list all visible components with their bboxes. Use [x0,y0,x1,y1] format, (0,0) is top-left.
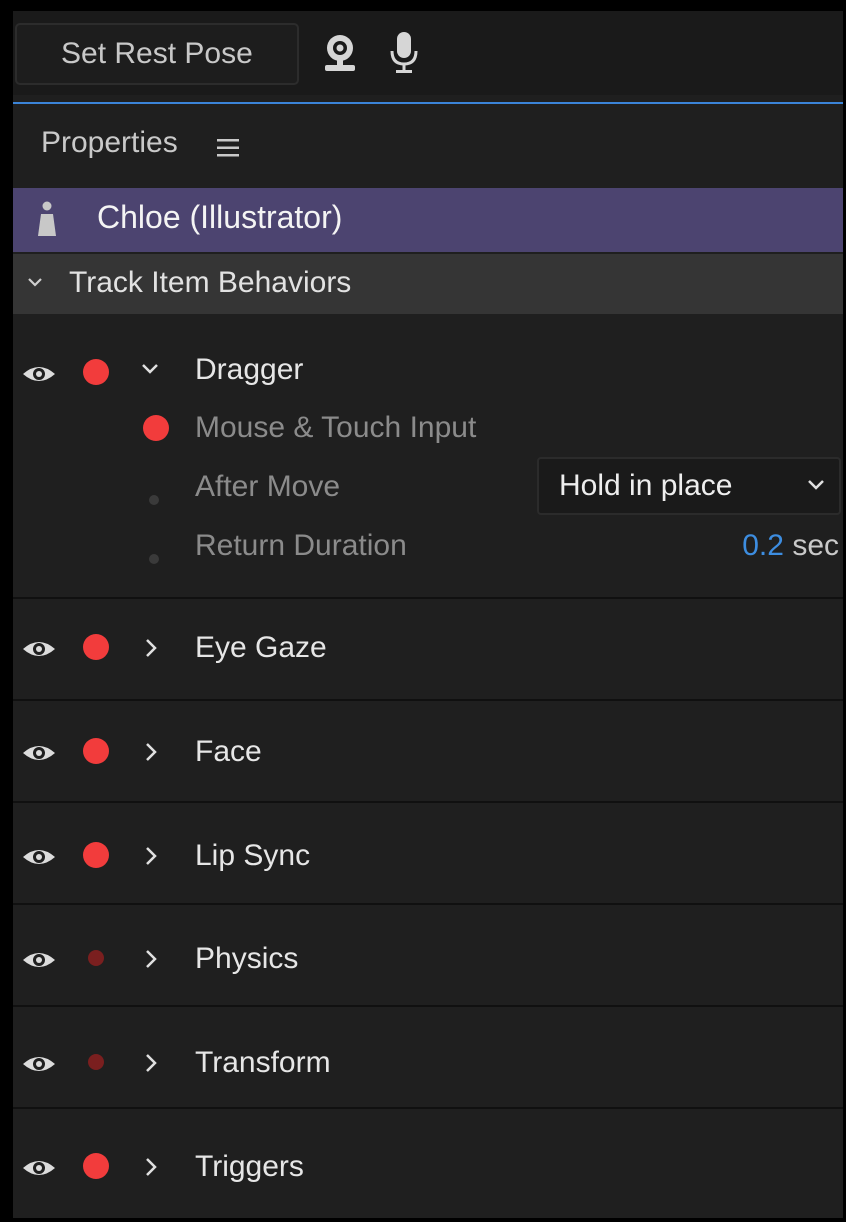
param-label-after-move: After Move [195,470,341,503]
behavior-label: Lip Sync [195,839,311,872]
behavior-label: Transform [195,1046,331,1079]
return-duration-unit: sec [792,529,839,562]
eye-icon[interactable] [21,741,57,765]
properties-panel-frame: Set Rest Pose Properties Chloe (Illustra… [0,0,846,1222]
behavior-row-face[interactable]: Face [13,701,843,803]
behavior-row-eye-gaze[interactable]: Eye Gaze [13,599,843,701]
track-item-behaviors-header[interactable]: Track Item Behaviors [13,254,843,314]
properties-header: Properties [13,104,843,188]
chevron-right-icon[interactable] [143,637,159,659]
record-toolbar: Set Rest Pose [13,11,843,95]
chevron-right-icon[interactable] [143,845,159,867]
set-rest-pose-button[interactable]: Set Rest Pose [15,23,299,85]
behavior-row-physics[interactable]: Physics [13,905,843,1007]
param-label-return-duration: Return Duration [195,529,407,562]
chevron-right-icon[interactable] [143,741,159,763]
eye-icon[interactable] [21,1052,57,1076]
behavior-row-transform[interactable]: Transform [13,1007,843,1109]
behavior-label: Face [195,735,262,768]
param-arm-dot[interactable] [149,554,159,564]
eye-icon[interactable] [21,362,57,386]
eye-icon[interactable] [21,637,57,661]
chevron-right-icon[interactable] [143,1052,159,1074]
record-arm-dot[interactable] [88,1054,104,1070]
chevron-down-icon[interactable] [27,276,43,288]
hamburger-menu-icon[interactable] [217,139,239,157]
chevron-down-icon[interactable] [141,362,159,376]
record-arm-dot[interactable] [83,634,109,660]
after-move-selected: Hold in place [559,469,733,502]
record-arm-dot[interactable] [83,842,109,868]
puppet-icon [38,201,56,236]
section-label: Track Item Behaviors [69,266,352,299]
webcam-icon[interactable] [321,33,359,73]
record-arm-dot[interactable] [83,1153,109,1179]
behavior-label: Dragger [195,353,304,386]
behavior-label: Triggers [195,1150,304,1183]
chevron-right-icon[interactable] [143,948,159,970]
record-arm-dot[interactable] [83,359,109,385]
behavior-label: Physics [195,942,299,975]
return-duration-field[interactable]: 0.2 sec [742,529,839,563]
puppet-name: Chloe (Illustrator) [97,199,343,235]
chevron-down-icon [808,480,824,490]
behavior-row-triggers[interactable]: Triggers [13,1109,843,1211]
eye-icon[interactable] [21,845,57,869]
param-arm-dot[interactable] [149,495,159,505]
eye-icon[interactable] [21,1156,57,1180]
record-arm-dot[interactable] [88,950,104,966]
param-label-mouse-input: Mouse & Touch Input [195,411,477,444]
behavior-label: Eye Gaze [195,631,327,664]
microphone-icon[interactable] [389,31,419,75]
return-duration-value[interactable]: 0.2 [742,529,784,562]
eye-icon[interactable] [21,948,57,972]
behavior-row-lip-sync[interactable]: Lip Sync [13,803,843,905]
record-arm-dot[interactable] [143,415,169,441]
chevron-right-icon[interactable] [143,1156,159,1178]
panel-title: Properties [41,126,178,159]
after-move-dropdown[interactable]: Hold in place [537,457,841,515]
record-arm-dot[interactable] [83,738,109,764]
puppet-track-item[interactable]: Chloe (Illustrator) [13,188,843,252]
